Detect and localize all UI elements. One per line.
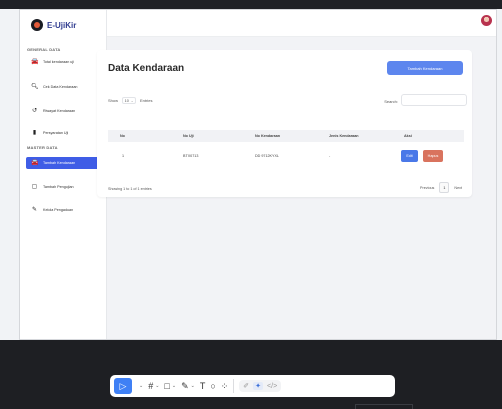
pagination: Previous 1 Next (420, 182, 462, 193)
frame-icon: # (148, 381, 154, 391)
draw-icon: ✐ (243, 383, 250, 390)
design-icon: ✦ (255, 383, 262, 390)
sidebar-item-label: Total kendaraan uji (43, 60, 74, 64)
sidebar-item-label: Kelola Pengaduan (43, 208, 74, 212)
logo-icon (31, 19, 43, 31)
selection-outline (355, 404, 413, 409)
next-button[interactable]: Next (454, 186, 462, 190)
entries-label: Entries (140, 98, 153, 103)
section-master-title: MASTER DATA (27, 145, 58, 150)
car-icon: 🚘 (31, 160, 39, 166)
entries-select[interactable]: 10 ⌄ (122, 97, 137, 104)
section-general-title: GENERAL DATA (27, 47, 61, 52)
delete-button[interactable]: Hapus (423, 150, 443, 162)
document-icon: ▮ (32, 130, 37, 136)
app-logo[interactable]: E-UjiKir (31, 19, 76, 31)
chevron-down-icon: ⌄ (139, 383, 144, 389)
chevron-down-icon: ⌄ (130, 98, 134, 103)
sidebar-item-tambah-pengujian[interactable]: ▢ Tambah Pengujian (26, 181, 102, 193)
rectangle-tool[interactable]: □ ⌄ (164, 378, 176, 394)
top-bar (107, 10, 496, 37)
cell-no-uji: BTX0713 (183, 154, 199, 158)
search-label: Search: (384, 99, 398, 104)
previous-button[interactable]: Previous (420, 186, 434, 190)
sidebar-item-label: Cek Data Kendaraan (43, 85, 78, 89)
history-icon: ↺ (31, 108, 38, 114)
actions-icon: ⁘ (220, 380, 229, 391)
app-name: E-UjiKir (47, 20, 77, 30)
cell-no-kendaraan: DD 9712KYXL (255, 154, 279, 158)
code-icon: </> (267, 382, 278, 390)
chevron-down-icon: ⌄ (190, 383, 195, 389)
edit-icon: ✎ (31, 207, 38, 213)
sidebar-item-label: Tambah Pengujian (43, 185, 74, 189)
comment-tool[interactable]: ○ (210, 378, 215, 394)
comment-icon: ○ (210, 381, 216, 391)
sidebar: E-UjiKir GENERAL DATA 🚘 Total kendaraan … (20, 10, 107, 339)
sidebar-item-riwayat[interactable]: ↺ Riwayat Kendaraan (26, 105, 102, 117)
chevron-down-icon: ⌄ (155, 383, 160, 389)
entries-control: Show 10 ⌄ Entries (108, 97, 152, 104)
dev-mode-button[interactable]: </> (267, 383, 277, 390)
move-tool[interactable]: ▷ (114, 378, 132, 394)
pen-tool[interactable]: ✎ ⌄ (181, 378, 195, 394)
mode-switcher: ✐ ✦ </> (239, 380, 282, 392)
car-icon: 🚘 (31, 59, 39, 65)
sidebar-item-label: Tambah Kendaraan (43, 161, 76, 165)
show-label: Show (108, 98, 119, 103)
rectangle-icon: □ (164, 381, 170, 391)
avatar[interactable] (481, 15, 492, 26)
header-no: No (120, 134, 125, 138)
actions-tool[interactable]: ⁘ (221, 378, 229, 394)
page-title: Data Kendaraan (108, 63, 185, 74)
sidebar-item-label: Riwayat Kendaraan (43, 109, 76, 113)
design-toolbar: ▷ ⌄ # ⌄ □ ⌄ ✎ ⌄ T ○ ⁘ ✐ ✦ </> (110, 375, 395, 397)
table-info: Showing 1 to 1 of 1 entries (108, 187, 152, 191)
sidebar-item-tambah-kendaraan[interactable]: 🚘 Tambah Kendaraan (26, 157, 102, 169)
sidebar-item-total-kendaraan[interactable]: 🚘 Total kendaraan uji (26, 56, 102, 68)
pen-icon: ✎ (181, 380, 189, 391)
sidebar-item-label: Persyaratan Uji (43, 131, 69, 135)
text-tool[interactable]: T (200, 378, 206, 394)
draw-mode-button[interactable]: ✐ (243, 382, 249, 390)
entries-value: 10 (124, 98, 129, 103)
table-row: 1 BTX0713 DD 9712KYXL - Edit Hapus (108, 146, 464, 166)
toolbar-divider (233, 379, 235, 393)
header-no-uji: No Uji (183, 134, 194, 138)
move-tool-dropdown[interactable]: ⌄ (137, 378, 143, 394)
text-icon: T (199, 381, 206, 391)
data-kendaraan-card: Data Kendaraan Tambah Kendaraan Show 10 … (97, 50, 472, 197)
search-input[interactable] (401, 94, 467, 106)
cell-jenis: - (329, 154, 331, 158)
cursor-icon: ▷ (119, 380, 127, 391)
window-top-strip (0, 0, 502, 9)
cell-no: 1 (122, 154, 125, 158)
sidebar-item-persyaratan[interactable]: ▮ Persyaratan Uji (26, 127, 102, 139)
sidebar-item-kelola-pengaduan[interactable]: ✎ Kelola Pengaduan (26, 204, 102, 216)
frame-tool[interactable]: # ⌄ (148, 378, 159, 394)
design-mode-button[interactable]: ✦ (253, 382, 264, 390)
add-kendaraan-button[interactable]: Tambah Kendaraan (387, 61, 463, 75)
header-jenis-kendaraan: Jenis Kendaraan (329, 134, 359, 138)
header-aksi: Aksi (404, 134, 412, 138)
sidebar-item-cek-data[interactable]: 🔍︎ Cek Data Kendaraan (26, 81, 102, 93)
clipboard-icon: ▢ (31, 184, 38, 190)
chevron-down-icon: ⌄ (171, 383, 177, 389)
search-icon: 🔍︎ (31, 84, 39, 90)
edit-button[interactable]: Edit (401, 150, 418, 162)
header-no-kendaraan: No Kendaraan (255, 134, 280, 138)
table-header: No No Uji No Kendaraan Jenis Kendaraan A… (108, 130, 464, 142)
page-1-button[interactable]: 1 (439, 182, 450, 193)
